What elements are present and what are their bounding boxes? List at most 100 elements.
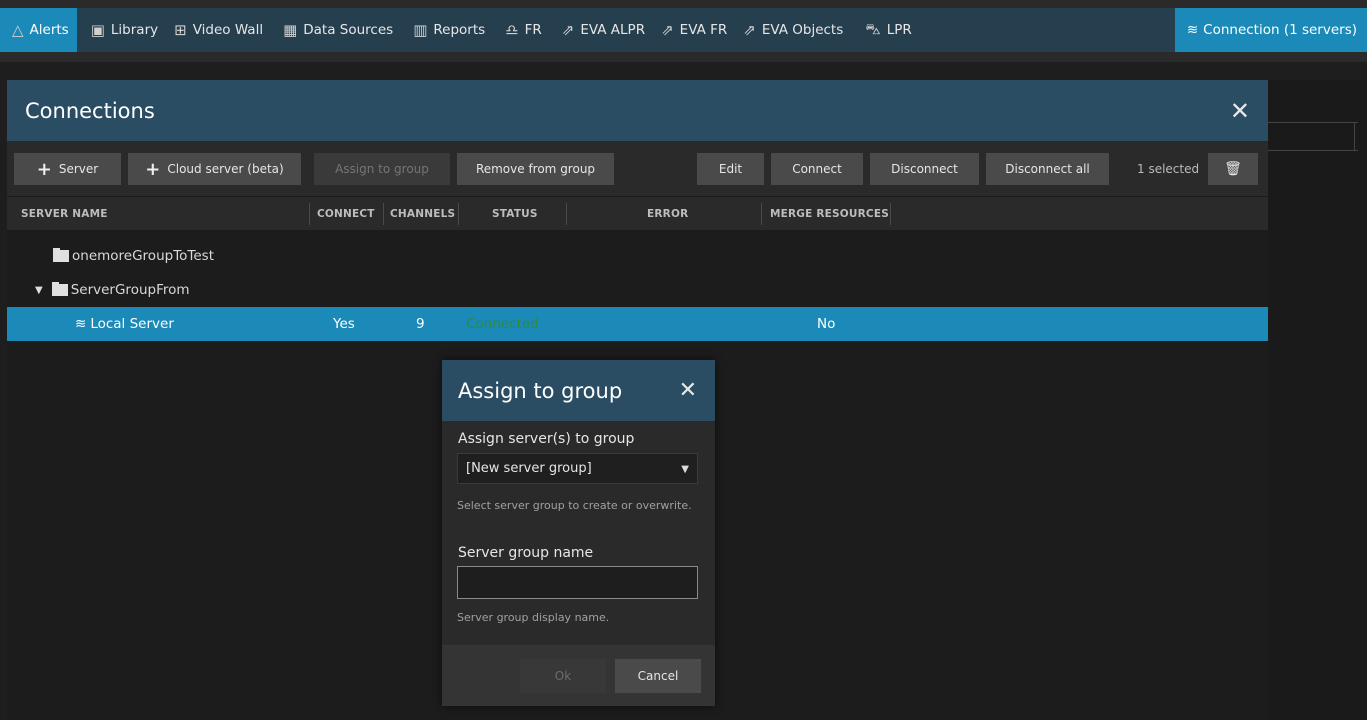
tree-row-group[interactable]: ▼ ServerGroupFrom bbox=[7, 273, 1268, 307]
nav-connection-label: Connection (1 servers) bbox=[1203, 22, 1357, 38]
assign-header: Assign to group ✕ bbox=[442, 360, 715, 421]
connect-button[interactable]: Connect bbox=[771, 153, 863, 185]
expand-caret-icon[interactable]: ▼ bbox=[35, 285, 43, 296]
disconnect-all-button[interactable]: Disconnect all bbox=[986, 153, 1109, 185]
data-sources-icon: ▦ bbox=[283, 21, 298, 39]
server-connect: Yes bbox=[333, 316, 355, 332]
ok-button[interactable]: Ok bbox=[520, 659, 606, 693]
nav-label: EVA FR bbox=[679, 22, 728, 38]
servers-icon: ≋ bbox=[1186, 22, 1199, 38]
connections-toolbar: + Server + Cloud server (beta) Assign to… bbox=[7, 141, 1268, 196]
nav-fr[interactable]: ♎ FR bbox=[497, 8, 550, 52]
divider bbox=[1268, 150, 1358, 151]
nav-lpr[interactable]: ⛍ LPR bbox=[857, 8, 920, 52]
group-select-hint: Select server group to create or overwri… bbox=[457, 499, 692, 512]
server-status: Connected bbox=[466, 316, 539, 332]
column-separator[interactable] bbox=[458, 203, 459, 225]
server-icon: ≋ bbox=[75, 316, 87, 332]
delete-button[interactable]: 🗑 bbox=[1208, 153, 1258, 185]
nav-label: Reports bbox=[433, 22, 486, 38]
nav-connection[interactable]: ≋ Connection (1 servers) bbox=[1174, 8, 1367, 52]
edit-button[interactable]: Edit bbox=[697, 153, 764, 185]
nav-label: Data Sources bbox=[303, 22, 394, 38]
group-select-label: Assign server(s) to group bbox=[458, 431, 635, 447]
folder-icon bbox=[51, 282, 68, 296]
nav-label: EVA ALPR bbox=[580, 22, 646, 38]
group-name: ServerGroupFrom bbox=[70, 282, 190, 298]
col-error[interactable]: ERROR bbox=[647, 197, 688, 230]
remove-from-group-button[interactable]: Remove from group bbox=[457, 153, 614, 185]
assign-title: Assign to group bbox=[458, 378, 623, 403]
nav-eva-objects[interactable]: ⇗ EVA Objects bbox=[735, 8, 851, 52]
connections-title: Connections bbox=[25, 98, 155, 123]
add-server-button[interactable]: + Server bbox=[14, 153, 121, 185]
group-name: onemoreGroupToTest bbox=[72, 248, 214, 264]
library-icon: ▣ bbox=[90, 21, 105, 39]
column-separator[interactable] bbox=[761, 203, 762, 225]
external-link-icon: ⇗ bbox=[561, 21, 575, 39]
divider bbox=[1354, 122, 1355, 150]
server-name: Local Server bbox=[90, 316, 174, 332]
close-icon[interactable]: ✕ bbox=[1230, 97, 1250, 125]
nav-video-wall[interactable]: ⊞ Video Wall bbox=[166, 8, 271, 52]
nav-eva-alpr[interactable]: ⇗ EVA ALPR bbox=[554, 8, 653, 52]
chevron-down-icon: ▼ bbox=[681, 464, 689, 475]
assign-to-group-button[interactable]: Assign to group bbox=[314, 153, 450, 185]
nav-label: EVA Objects bbox=[761, 22, 844, 38]
nav-alerts[interactable]: △ Alerts bbox=[0, 8, 77, 52]
nav-data-sources[interactable]: ▦ Data Sources bbox=[275, 8, 401, 52]
column-separator[interactable] bbox=[566, 203, 567, 225]
col-channels[interactable]: CHANNELS bbox=[390, 197, 455, 230]
selected-count: 1 selected bbox=[1137, 162, 1200, 176]
button-label: Cloud server (beta) bbox=[167, 162, 284, 176]
col-connect[interactable]: CONNECT bbox=[317, 197, 375, 230]
nav-label: Alerts bbox=[29, 22, 69, 38]
external-link-icon: ⇗ bbox=[743, 21, 756, 39]
divider bbox=[1268, 122, 1358, 123]
group-name-hint: Server group display name. bbox=[457, 611, 610, 624]
column-separator[interactable] bbox=[309, 203, 310, 225]
trash-icon: 🗑 bbox=[1224, 161, 1242, 177]
plus-icon: + bbox=[145, 158, 161, 180]
main-nav: △ Alerts ▣ Library ⊞ Video Wall ▦ Data S… bbox=[0, 8, 1367, 52]
select-value: [New server group] bbox=[466, 461, 592, 476]
column-separator[interactable] bbox=[383, 203, 384, 225]
col-merge-resources[interactable]: MERGE RESOURCES bbox=[770, 197, 889, 230]
folder-icon bbox=[53, 248, 69, 262]
table-header: SERVER NAME CONNECT CHANNELS STATUS ERRO… bbox=[7, 196, 1268, 230]
close-icon[interactable]: ✕ bbox=[679, 378, 697, 403]
server-merge: No bbox=[817, 316, 836, 332]
assign-to-group-dialog: Assign to group ✕ Assign server(s) to gr… bbox=[442, 360, 715, 706]
button-label: Server bbox=[58, 162, 99, 176]
tree-row-group[interactable]: onemoreGroupToTest bbox=[7, 239, 1268, 273]
assign-body: Assign server(s) to group [New server gr… bbox=[442, 421, 715, 645]
bar-chart-icon: ▥ bbox=[413, 21, 428, 39]
disconnect-button[interactable]: Disconnect bbox=[870, 153, 979, 185]
bell-icon: △ bbox=[12, 21, 24, 39]
group-name-input[interactable] bbox=[457, 566, 698, 599]
column-separator[interactable] bbox=[890, 203, 891, 225]
nav-label: LPR bbox=[886, 22, 912, 38]
nav-label: Library bbox=[110, 22, 159, 38]
connections-header: Connections ✕ bbox=[7, 80, 1268, 141]
server-group-select[interactable]: [New server group] ▼ bbox=[457, 453, 698, 484]
tree-row-server[interactable]: ≋ Local Server Yes 9 Connected No bbox=[7, 307, 1268, 341]
plus-icon: + bbox=[36, 158, 52, 180]
top-bar: △ Alerts ▣ Library ⊞ Video Wall ▦ Data S… bbox=[0, 0, 1367, 62]
cancel-button[interactable]: Cancel bbox=[615, 659, 701, 693]
nav-label: FR bbox=[524, 22, 542, 38]
face-icon: ♎ bbox=[505, 21, 519, 39]
col-server-name[interactable]: SERVER NAME bbox=[21, 197, 108, 230]
server-channels: 9 bbox=[416, 316, 425, 332]
add-cloud-server-button[interactable]: + Cloud server (beta) bbox=[128, 153, 301, 185]
nav-label: Video Wall bbox=[192, 22, 264, 38]
group-name-label: Server group name bbox=[458, 545, 594, 561]
grid-icon: ⊞ bbox=[174, 21, 187, 39]
nav-reports[interactable]: ▥ Reports bbox=[405, 8, 493, 52]
col-status[interactable]: STATUS bbox=[492, 197, 538, 230]
background-panel bbox=[1268, 80, 1367, 720]
nav-library[interactable]: ▣ Library bbox=[83, 8, 166, 52]
nav-eva-fr[interactable]: ⇗ EVA FR bbox=[653, 8, 735, 52]
external-link-icon: ⇗ bbox=[661, 21, 674, 39]
car-icon: ⛍ bbox=[865, 20, 881, 38]
